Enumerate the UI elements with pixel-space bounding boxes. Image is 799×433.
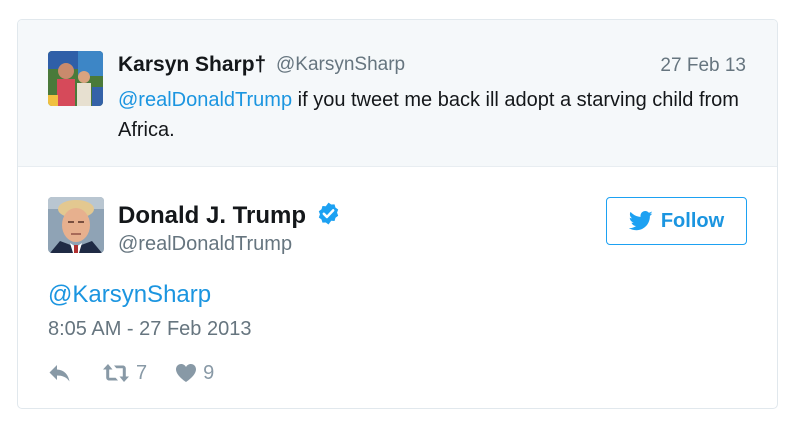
follow-label: Follow — [660, 209, 725, 232]
like-button[interactable]: 9 — [175, 362, 214, 385]
retweet-button[interactable]: 7 — [102, 362, 147, 385]
parent-tweet-text: @realDonaldTrump if you tweet me back il… — [118, 85, 748, 145]
parent-author-name[interactable]: Karsyn Sharp† — [118, 53, 266, 77]
parent-mention-link[interactable]: @realDonaldTrump — [118, 89, 292, 111]
tweet-text: @KarsynSharp — [48, 281, 211, 309]
reply-button[interactable] — [48, 363, 72, 383]
reply-icon — [49, 365, 70, 382]
author-handle[interactable]: @realDonaldTrump — [118, 233, 292, 256]
verified-badge-icon — [316, 201, 341, 226]
tweet-timestamp[interactable]: 8:05 AM - 27 Feb 2013 — [48, 318, 251, 341]
author-name[interactable]: Donald J. Trump — [118, 202, 306, 230]
tweet-actions: 7 9 — [48, 360, 214, 386]
parent-tweet[interactable]: Karsyn Sharp† @KarsynSharp 27 Feb 13 @re… — [18, 20, 777, 167]
parent-date[interactable]: 27 Feb 13 — [660, 55, 746, 77]
follow-button[interactable]: Follow — [606, 197, 747, 245]
author-avatar[interactable] — [48, 197, 104, 253]
like-count: 9 — [203, 361, 215, 384]
tweet-card: Karsyn Sharp† @KarsynSharp 27 Feb 13 @re… — [17, 19, 778, 409]
parent-author-handle[interactable]: @KarsynSharp — [276, 54, 405, 76]
retweet-count: 7 — [136, 361, 148, 384]
heart-icon — [176, 364, 197, 382]
parent-avatar[interactable] — [48, 51, 103, 106]
retweet-icon — [103, 364, 129, 382]
tweet-mention-link[interactable]: @KarsynSharp — [48, 281, 211, 308]
twitter-bird-icon — [628, 211, 653, 231]
